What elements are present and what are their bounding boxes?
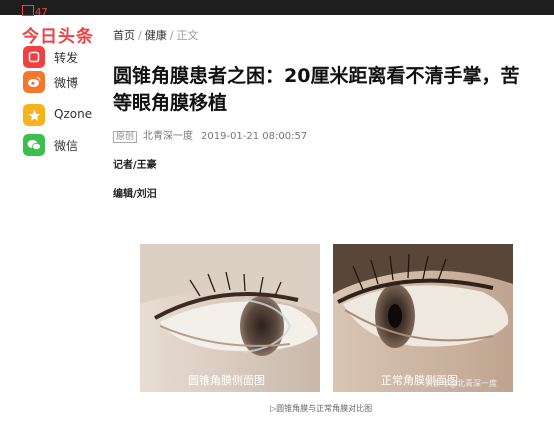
share-qzone-label: Qzone — [54, 107, 93, 121]
normal-cornea-photo: 正常角膜侧面图 头条号@北青深一度 — [333, 244, 513, 392]
notification-count: 47 — [35, 7, 48, 18]
notification-badge[interactable]: 47 — [22, 5, 48, 18]
editor-line: 编辑/刘汨 — [113, 189, 157, 200]
toutiao-logo[interactable]: 47 今日头条 — [22, 5, 94, 47]
article-meta: 原创 北青深一度 2019-01-21 08:00:57 — [113, 127, 308, 143]
article-date: 2019-01-21 08:00:57 — [201, 131, 308, 142]
share-weibo-label: 微博 — [54, 76, 79, 90]
breadcrumb-separator: / — [138, 29, 142, 42]
reporter-line: 记者/王豪 — [113, 160, 157, 171]
breadcrumb: 首页 / 健康 / 正文 — [113, 27, 198, 43]
share-repost-label: 转发 — [54, 51, 79, 65]
watermark: 头条号@北青深一度 — [425, 379, 497, 388]
figure-caption: ▷圆锥角膜与正常角膜对比图 — [270, 404, 373, 413]
breadcrumb-home[interactable]: 首页 — [113, 29, 135, 42]
share-wechat-label: 微信 — [54, 139, 79, 153]
breadcrumb-current: 正文 — [176, 29, 199, 42]
wechat-icon — [23, 134, 45, 156]
repost-icon — [23, 46, 45, 68]
keratoconus-photo: 圆锥角膜侧面图 — [140, 244, 320, 392]
breadcrumb-separator: / — [169, 29, 174, 42]
article-source[interactable]: 北青深一度 — [143, 131, 193, 142]
left-image-label: 圆锥角膜侧面图 — [188, 374, 265, 387]
breadcrumb-category[interactable]: 健康 — [145, 29, 167, 42]
weibo-icon — [23, 71, 45, 93]
message-icon — [22, 5, 34, 16]
original-tag: 原创 — [113, 131, 138, 143]
brand-name: 今日头条 — [22, 27, 94, 47]
article-title: 圆锥角膜患者之困：20厘米距离看不清手掌，苦等眼角膜移植 — [113, 65, 520, 114]
qzone-icon — [23, 104, 45, 126]
